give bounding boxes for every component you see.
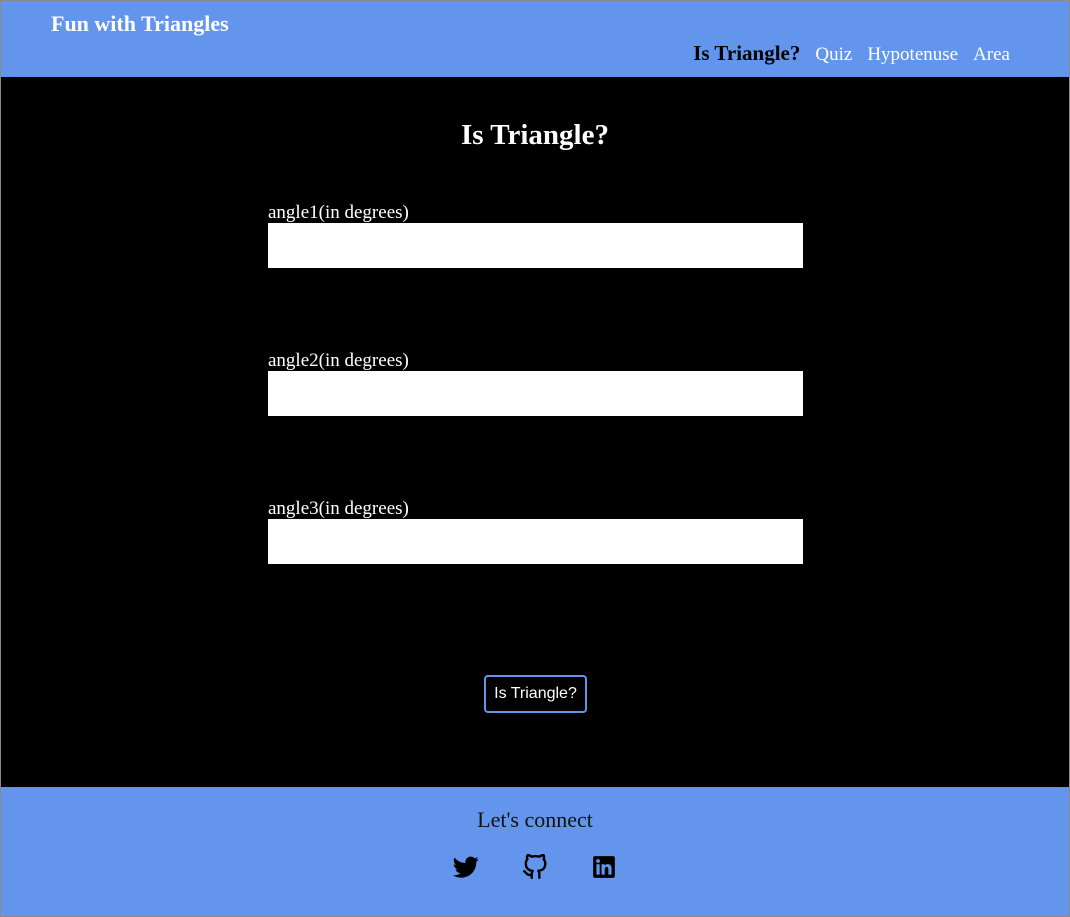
- page-title: Is Triangle?: [461, 119, 609, 151]
- angle3-field-group: angle3(in degrees): [268, 499, 803, 564]
- nav-link-hypotenuse[interactable]: Hypotenuse: [867, 44, 958, 66]
- main-nav: Is Triangle? Quiz Hypotenuse Area: [693, 41, 1010, 66]
- angle1-input[interactable]: [268, 223, 803, 268]
- angle1-field-group: angle1(in degrees): [268, 203, 803, 268]
- main-section: Is Triangle? angle1(in degrees) angle2(i…: [1, 77, 1069, 787]
- angle2-label: angle2(in degrees): [268, 350, 409, 371]
- angle3-label: angle3(in degrees): [268, 498, 409, 519]
- github-icon[interactable]: [522, 854, 548, 880]
- angle1-label: angle1(in degrees): [268, 202, 409, 223]
- linkedin-icon[interactable]: [591, 854, 617, 880]
- twitter-icon[interactable]: [453, 854, 479, 880]
- angle3-input[interactable]: [268, 519, 803, 564]
- site-header: Fun with Triangles Is Triangle? Quiz Hyp…: [1, 1, 1069, 77]
- brand-link[interactable]: Fun with Triangles: [51, 11, 229, 37]
- is-triangle-button[interactable]: Is Triangle?: [484, 675, 587, 713]
- nav-link-quiz[interactable]: Quiz: [815, 44, 852, 66]
- nav-link-is-triangle[interactable]: Is Triangle?: [693, 41, 800, 66]
- site-footer: Let's connect: [1, 787, 1069, 916]
- social-links: [1, 854, 1069, 880]
- nav-link-area[interactable]: Area: [973, 44, 1010, 66]
- angle2-field-group: angle2(in degrees): [268, 351, 803, 416]
- angle2-input[interactable]: [268, 371, 803, 416]
- footer-title: Let's connect: [477, 807, 593, 832]
- app-window: Fun with Triangles Is Triangle? Quiz Hyp…: [0, 0, 1070, 917]
